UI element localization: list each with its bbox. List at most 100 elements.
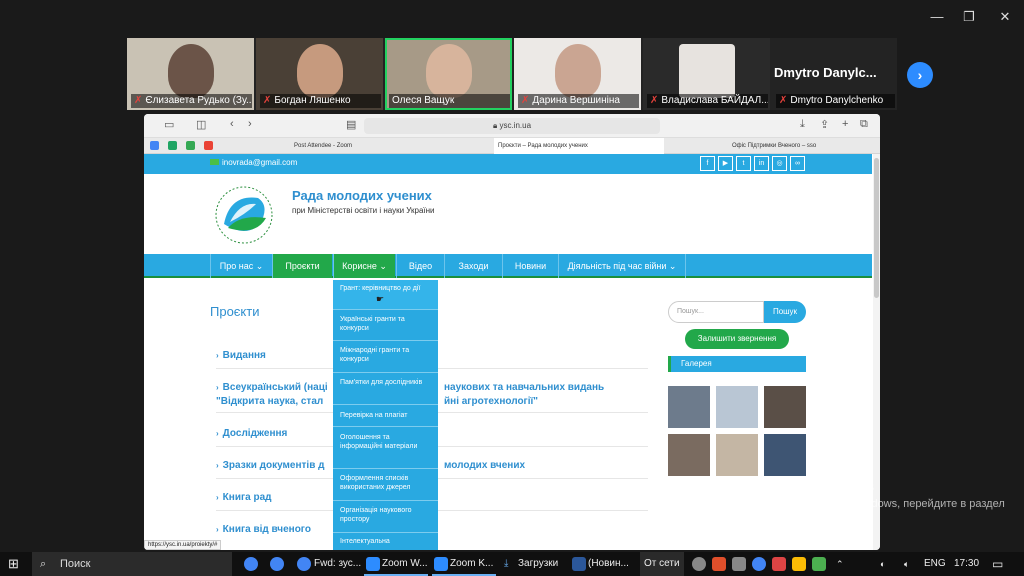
chevron-up-icon[interactable]: ⌃ [836, 552, 844, 576]
next-page-button[interactable]: › [907, 62, 933, 88]
google-bookmark-icon[interactable] [150, 141, 159, 150]
project-item[interactable]: › Книга рад [216, 492, 272, 503]
tab-zoom[interactable]: Post Attendee - Zoom [290, 138, 440, 154]
gallery-photo[interactable] [716, 386, 758, 428]
taskbar-search[interactable]: ⌕ Поиск [32, 552, 232, 576]
dropdown-item[interactable]: Пам'ятки для дослідників [333, 373, 438, 405]
tab-projects[interactable]: Проєкти – Рада молодих учених [494, 138, 664, 154]
taskbar-app[interactable]: (Новин... [588, 552, 629, 576]
search-input[interactable]: Пошук... [668, 301, 764, 323]
project-item-continued[interactable]: молодих вчених [444, 460, 525, 471]
project-item-line2-continued[interactable]: йні агротехнології" [444, 396, 538, 407]
notifications-icon[interactable]: ▭ [992, 552, 1003, 576]
nav-projects[interactable]: Проєкти [272, 254, 332, 278]
chrome-icon[interactable] [297, 557, 311, 571]
facebook-icon[interactable]: f [700, 156, 715, 171]
link-icon[interactable]: ∞ [790, 156, 805, 171]
dropdown-item[interactable]: Грант: керівництво до дії [333, 280, 438, 310]
dropdown-item[interactable]: Організація наукового простору [333, 501, 438, 533]
reader-icon[interactable]: ▤ [346, 118, 356, 131]
download-icon[interactable]: ⤓ [800, 118, 805, 131]
dropdown-item[interactable]: Перевірка на плагіат [333, 405, 438, 427]
tab-overview-icon[interactable]: ◫ [196, 118, 206, 131]
download-icon[interactable]: ⤓ [504, 552, 508, 576]
new-tab-icon[interactable]: + [842, 118, 848, 130]
word-icon[interactable] [572, 557, 586, 571]
tray-icon[interactable] [772, 557, 786, 571]
taskbar-app[interactable]: Fwd: зус... [314, 552, 361, 576]
restore-button[interactable]: ❐ [956, 8, 982, 26]
tabs-icon[interactable]: ⧉ [860, 118, 868, 131]
project-item[interactable]: › Зразки документів д [216, 460, 324, 471]
share-icon[interactable]: ⇪ [820, 118, 829, 131]
project-item-line2[interactable]: "Відкрита наука, стал [216, 396, 323, 407]
project-item[interactable]: › Дослідження [216, 428, 287, 439]
site-logo[interactable] [210, 184, 280, 246]
tray-icon[interactable] [712, 557, 726, 571]
linkedin-icon[interactable]: in [754, 156, 769, 171]
taskbar-app[interactable]: Zoom W... [382, 552, 428, 576]
clock[interactable]: 17:30 [954, 552, 979, 576]
nav-war-activity[interactable]: Діяльність під час війни ⌄ [558, 254, 686, 278]
youtube-icon[interactable]: ▶ [718, 156, 733, 171]
project-item-continued[interactable]: наукових та навчальних видань [444, 382, 604, 393]
nav-news[interactable]: Новини [502, 254, 558, 278]
chrome-icon[interactable] [752, 557, 766, 571]
gallery-photo[interactable] [668, 386, 710, 428]
search-button[interactable]: Пошук [764, 301, 806, 323]
sheets-bookmark-icon[interactable] [168, 141, 177, 150]
dropdown-item[interactable]: Оформлення списків використаних джерел [333, 469, 438, 501]
bookmark-icon[interactable] [186, 141, 195, 150]
project-item[interactable]: › Всеукраїнський (наці [216, 382, 328, 393]
participant-tile[interactable]: ✗ Богдан Ляшенко [256, 38, 383, 110]
scrollbar-thumb[interactable] [874, 158, 879, 298]
dropdown-item[interactable]: Оголошення та інформаційні матеріали [333, 427, 438, 469]
dropdown-item[interactable]: Міжнародні гранти та конкурси [333, 341, 438, 373]
gallery-photo[interactable] [764, 434, 806, 476]
instagram-icon[interactable]: ◎ [772, 156, 787, 171]
network-status[interactable]: От сети [640, 552, 684, 576]
taskbar-app[interactable]: Загрузки [518, 552, 558, 576]
project-item[interactable]: › Книга від вченого [216, 524, 311, 535]
network-icon[interactable]: ◐ [880, 552, 885, 576]
zoom-icon[interactable] [434, 557, 448, 571]
nav-useful[interactable]: Корисне ⌄ [333, 254, 395, 278]
volume-icon[interactable]: 🔈︎ [904, 552, 909, 576]
address-bar[interactable]: 🔒︎ ysc.in.ua [364, 118, 660, 134]
nav-events[interactable]: Заходи [444, 254, 502, 278]
participant-tile-active[interactable]: Олеся Ващук [385, 38, 512, 110]
forward-icon[interactable]: › [248, 118, 252, 130]
participant-tile[interactable]: ✗ Владислава БАЙДАЛ... [643, 38, 770, 110]
tray-icon[interactable] [812, 557, 826, 571]
project-item[interactable]: › Видання [216, 350, 266, 361]
dropdown-item[interactable]: Українські гранти та конкурси [333, 310, 438, 341]
tray-icon[interactable] [792, 557, 806, 571]
tray-icon[interactable] [692, 557, 706, 571]
nav-about[interactable]: Про нас ⌄ [210, 254, 272, 278]
site-title[interactable]: Рада молодих учених [292, 188, 432, 203]
windows-start-icon[interactable]: ⊞ [8, 552, 26, 576]
gallery-photo[interactable] [716, 434, 758, 476]
back-icon[interactable]: ‹ [230, 118, 234, 130]
chrome-icon[interactable] [244, 557, 258, 571]
nav-video[interactable]: Відео [396, 254, 444, 278]
zoom-icon[interactable] [366, 557, 380, 571]
minimize-button[interactable]: — [924, 8, 950, 26]
gallery-photo[interactable] [668, 434, 710, 476]
bookmark-icon[interactable] [204, 141, 213, 150]
chrome-icon[interactable] [270, 557, 284, 571]
participant-tile[interactable]: ✗ Єлизавета Рудько (Зу... [127, 38, 254, 110]
close-button[interactable]: ✕ [992, 8, 1018, 26]
gallery-photo[interactable] [764, 386, 806, 428]
tray-icon[interactable] [732, 557, 746, 571]
language-indicator[interactable]: ENG [924, 552, 946, 576]
page-scrollbar[interactable] [873, 154, 880, 550]
leave-request-button[interactable]: Залишити звернення [685, 329, 789, 349]
twitter-icon[interactable]: t [736, 156, 751, 171]
taskbar-app[interactable]: Zoom K... [450, 552, 493, 576]
dropdown-item[interactable]: Інтелектуальна [333, 533, 438, 550]
email-link[interactable]: inovrada@gmail.com [210, 158, 297, 167]
tab-office[interactable]: Офіс Підтримки Вченого – sso [728, 138, 878, 154]
participant-tile[interactable]: ✗ Дарина Вершиніна [514, 38, 641, 110]
sidebar-icon[interactable]: ▭ [164, 118, 174, 131]
